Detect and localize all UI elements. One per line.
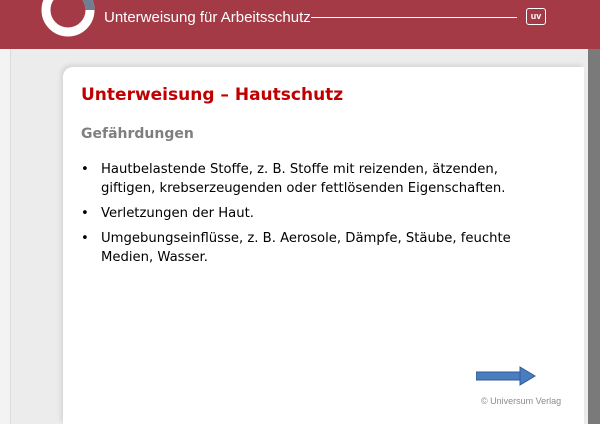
- brand-logo-icon: [41, 0, 95, 37]
- right-edge-band: [588, 49, 600, 424]
- header-bar: Unterweisung für Arbeitsschutz uv: [0, 0, 600, 49]
- header-title: Unterweisung für Arbeitsschutz: [104, 9, 311, 26]
- hazard-list: Hautbelastende Stoffe, z. B. Stoffe mit …: [81, 160, 551, 273]
- list-item: Hautbelastende Stoffe, z. B. Stoffe mit …: [81, 160, 551, 198]
- header-divider: [311, 17, 517, 18]
- slide-window: Unterweisung für Arbeitsschutz uv Unterw…: [0, 0, 600, 424]
- list-item: Umgebungseinflüsse, z. B. Aerosole, Dämp…: [81, 229, 551, 267]
- copyright-notice: © Universum Verlag: [481, 396, 562, 406]
- right-arrow-icon[interactable]: [476, 366, 536, 386]
- section-heading: Gefährdungen: [81, 126, 194, 142]
- list-item: Verletzungen der Haut.: [81, 204, 551, 223]
- publisher-badge: uv: [526, 8, 546, 25]
- slide-title: Unterweisung – Hautschutz: [81, 85, 344, 105]
- left-margin-band: [0, 49, 11, 424]
